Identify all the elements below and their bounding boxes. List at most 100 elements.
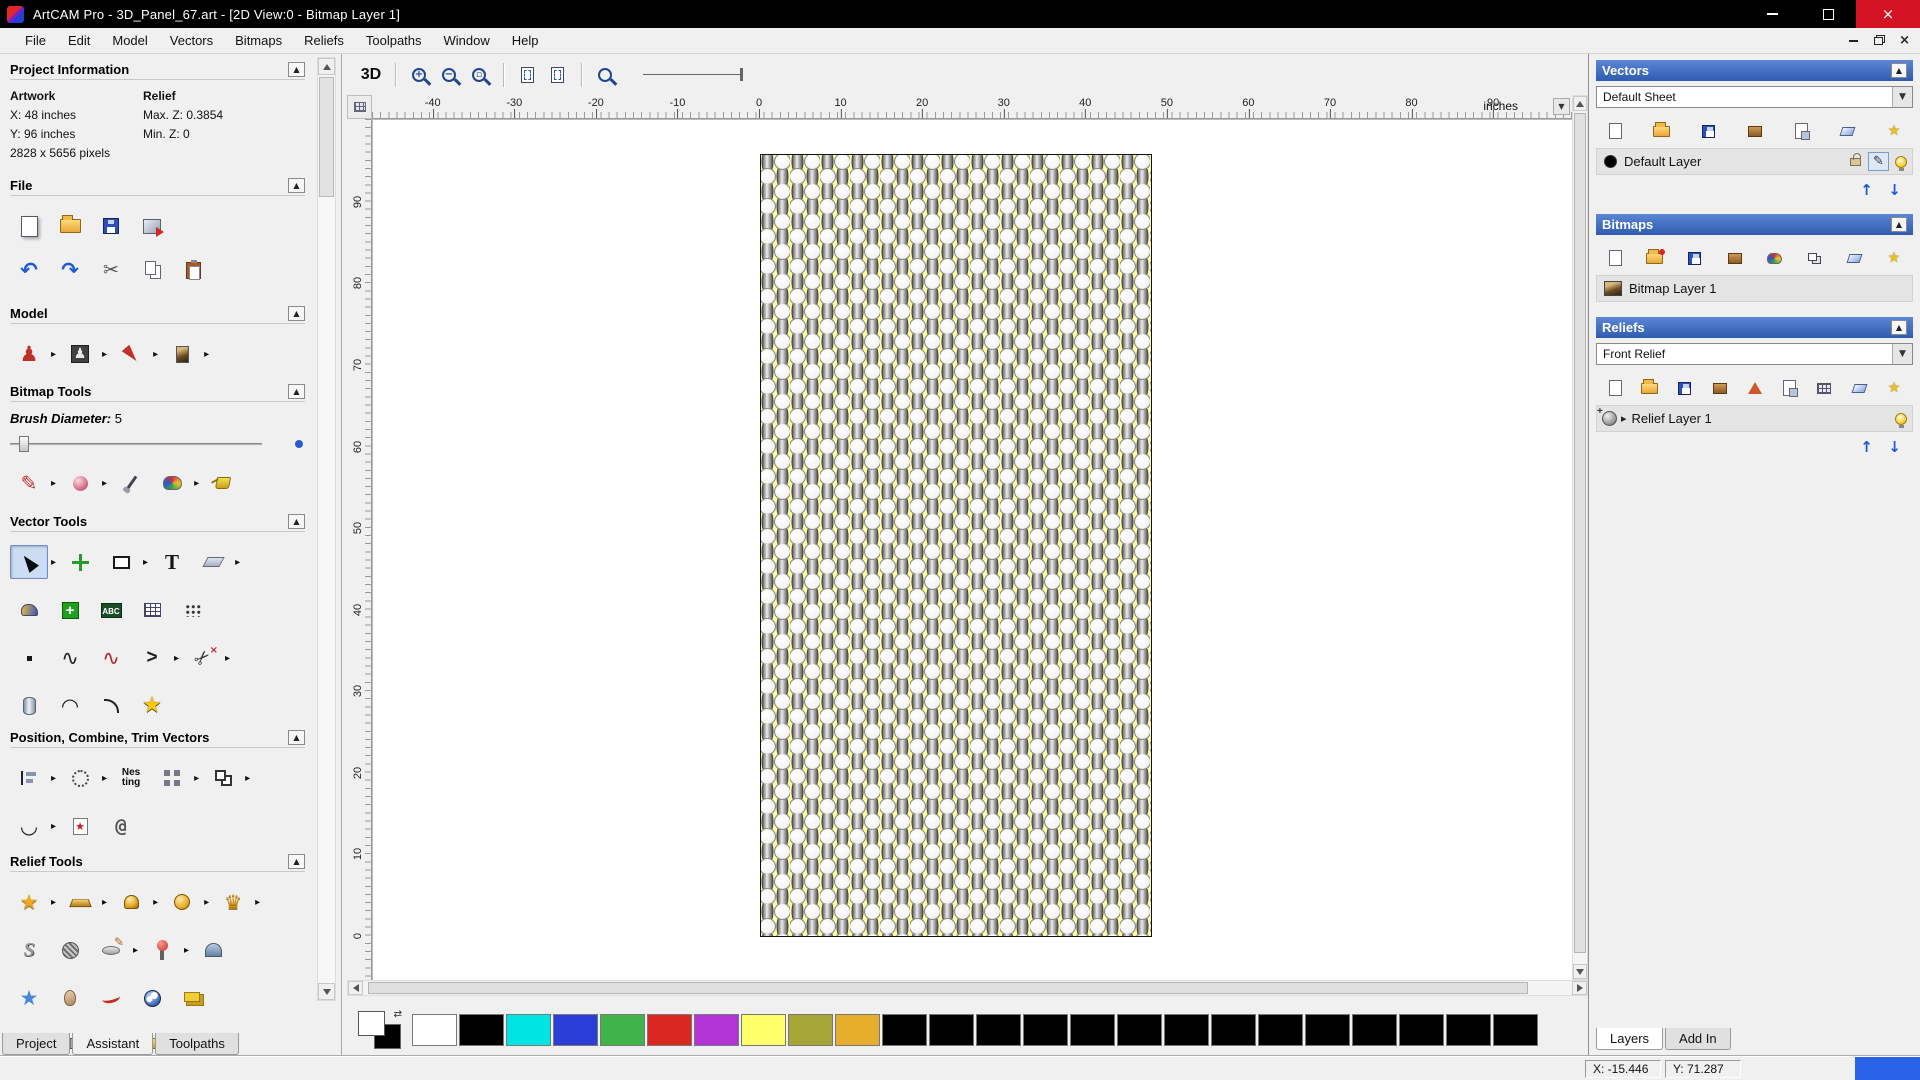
- collapse-vector-tools-button[interactable]: ▲: [288, 514, 305, 529]
- palette-swatch[interactable]: [1446, 1014, 1491, 1046]
- view-3d-button[interactable]: 3D: [357, 60, 385, 90]
- layer-colour-icon[interactable]: [1604, 155, 1617, 168]
- node-editing-icon[interactable]: [51, 593, 89, 627]
- create-star-icon[interactable]: [133, 689, 171, 723]
- rp-save-icon[interactable]: [1695, 119, 1721, 143]
- weld-vectors-flyout-icon[interactable]: ▸: [245, 773, 250, 784]
- collapse-file-button[interactable]: ▲: [288, 178, 305, 193]
- rp-clear-icon[interactable]: [1841, 246, 1867, 270]
- paint-icon[interactable]: [10, 466, 48, 500]
- block-copy-icon[interactable]: [153, 761, 191, 795]
- palette-swatch[interactable]: [1493, 1014, 1538, 1046]
- line-width-slider[interactable]: [643, 68, 743, 81]
- rp-open-icon[interactable]: [1649, 119, 1675, 143]
- calculate-relief-flyout-icon[interactable]: ▸: [102, 897, 107, 908]
- move-layer-down-icon[interactable]: ↓: [1884, 180, 1905, 199]
- transform-icon[interactable]: [61, 545, 99, 579]
- collapse-model-button[interactable]: ▲: [288, 306, 305, 321]
- rp-new-icon[interactable]: [1602, 119, 1628, 143]
- weave-wizard-icon[interactable]: [51, 933, 89, 967]
- collapse-position-button[interactable]: ▲: [288, 730, 305, 745]
- palette-swatch[interactable]: [506, 1014, 551, 1046]
- palette-swatch[interactable]: [929, 1014, 974, 1046]
- menu-vectors[interactable]: Vectors: [159, 29, 224, 52]
- paint-block-flyout-icon[interactable]: ▸: [102, 478, 107, 489]
- fillet-corner-icon[interactable]: [92, 689, 130, 723]
- layer-visibility-icon[interactable]: [1895, 155, 1907, 171]
- move-relief-down-icon[interactable]: ↓: [1884, 437, 1905, 456]
- tab-layers[interactable]: Layers: [1596, 1028, 1664, 1050]
- select-icon[interactable]: [10, 545, 48, 579]
- export-model-icon[interactable]: [133, 209, 171, 243]
- create-rectangle-flyout-icon[interactable]: ▸: [143, 557, 148, 568]
- rp-palette-icon[interactable]: [1761, 246, 1787, 270]
- rp-merge-icon[interactable]: [1881, 376, 1907, 400]
- palette-swatch[interactable]: [553, 1014, 598, 1046]
- paint-flyout-icon[interactable]: ▸: [51, 478, 56, 489]
- paste-icon[interactable]: [174, 253, 212, 287]
- create-plate-flyout-icon[interactable]: ▸: [235, 557, 240, 568]
- undo-icon[interactable]: [10, 253, 48, 287]
- extrude-vector-icon[interactable]: [10, 689, 48, 723]
- collapse-bitmap-tools-button[interactable]: ▲: [288, 384, 305, 399]
- assistant-scrollbar[interactable]: [317, 57, 336, 1001]
- palette-swatch[interactable]: [1164, 1014, 1209, 1046]
- envelope-distort-icon[interactable]: [194, 933, 232, 967]
- minimize-button[interactable]: [1744, 0, 1800, 28]
- offset-stack-icon[interactable]: [174, 981, 212, 1015]
- expand-relief-layer-icon[interactable]: ▸: [1621, 412, 1627, 425]
- canvas-scroll-left-icon[interactable]: [348, 981, 363, 995]
- menu-file[interactable]: File: [14, 29, 57, 52]
- weld-vectors-icon[interactable]: [204, 761, 242, 795]
- edit-layer-icon[interactable]: [1868, 152, 1889, 171]
- close-button[interactable]: ×: [1856, 0, 1920, 28]
- create-arc-icon[interactable]: [51, 689, 89, 723]
- palette-swatch[interactable]: [835, 1014, 880, 1046]
- erase-relief-flyout-icon[interactable]: ▸: [133, 945, 138, 956]
- zoom-objects-icon[interactable]: [513, 60, 541, 90]
- cut-icon[interactable]: [92, 253, 130, 287]
- shape-editor-icon[interactable]: [10, 885, 48, 919]
- vector-layer-row[interactable]: Default Layer: [1596, 148, 1913, 175]
- sculpt-s-icon[interactable]: [10, 933, 48, 967]
- smooth-relief-flyout-icon[interactable]: ▸: [153, 897, 158, 908]
- join-vectors-icon[interactable]: [133, 641, 171, 675]
- create-text-icon[interactable]: [153, 545, 191, 579]
- model-texture-flyout-icon[interactable]: ▸: [204, 349, 209, 360]
- palette-swatch[interactable]: [1258, 1014, 1303, 1046]
- sculpt-model-icon[interactable]: [112, 337, 150, 371]
- palette-swatch[interactable]: [882, 1014, 927, 1046]
- new-model-icon[interactable]: [10, 209, 48, 243]
- sphere-texture-icon[interactable]: [133, 981, 171, 1015]
- rp-save-icon[interactable]: [1672, 376, 1698, 400]
- rp-grid-icon[interactable]: [1811, 376, 1837, 400]
- invert-model-flyout-icon[interactable]: ▸: [102, 349, 107, 360]
- create-grid-icon[interactable]: [133, 593, 171, 627]
- tab-project[interactable]: Project: [2, 1033, 71, 1055]
- collapse-project-information-button[interactable]: ▲: [288, 62, 305, 77]
- rp-import-icon[interactable]: [1707, 376, 1733, 400]
- text-on-curve-icon[interactable]: [92, 593, 130, 627]
- sheet-dropdown-icon[interactable]: ▼: [1892, 87, 1912, 107]
- face-wizard-icon[interactable]: [51, 981, 89, 1015]
- dynamic-sculpt-flyout-icon[interactable]: ▸: [184, 945, 189, 956]
- rp-import-icon[interactable]: [1722, 246, 1748, 270]
- canvas-hscroll-thumb[interactable]: [368, 982, 1528, 994]
- canvas-2d-view[interactable]: [372, 119, 1572, 980]
- fit-arcs-icon[interactable]: [10, 809, 48, 843]
- menu-reliefs[interactable]: Reliefs: [293, 29, 355, 52]
- set-model-size-icon[interactable]: [10, 337, 48, 371]
- rp-combine-icon[interactable]: [1801, 246, 1827, 270]
- palette-swatch[interactable]: [647, 1014, 692, 1046]
- mdi-restore-icon[interactable]: [1874, 36, 1884, 45]
- lock-layer-icon[interactable]: [1850, 152, 1861, 166]
- palette-swatch[interactable]: [1023, 1014, 1068, 1046]
- swoosh-wizard-icon[interactable]: [92, 981, 130, 1015]
- menu-window[interactable]: Window: [433, 29, 501, 52]
- swap-colours-icon[interactable]: ⇄: [394, 1009, 402, 1020]
- rp-pyramid-icon[interactable]: [1742, 376, 1768, 400]
- menu-toolpaths[interactable]: Toolpaths: [355, 29, 433, 52]
- dynamic-sculpt-icon[interactable]: [143, 933, 181, 967]
- paint-block-icon[interactable]: [61, 466, 99, 500]
- canvas-vertical-scrollbar[interactable]: [1572, 95, 1588, 980]
